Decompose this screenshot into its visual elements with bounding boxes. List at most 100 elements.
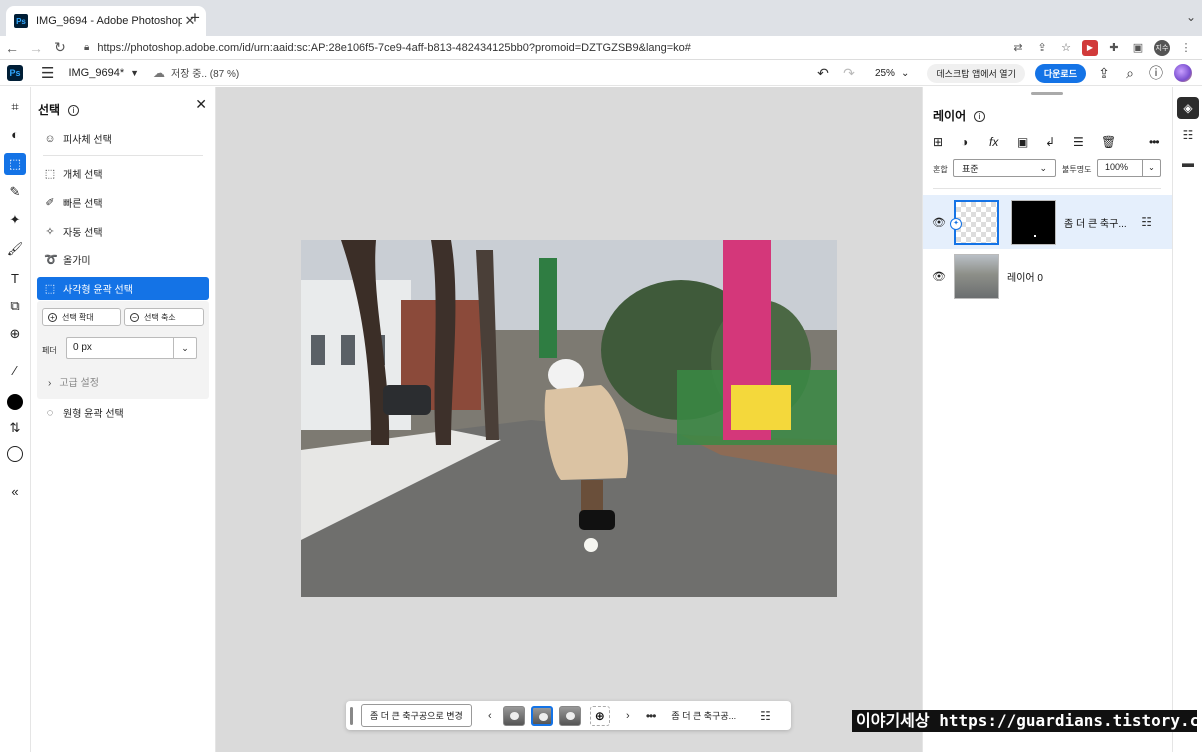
sidebar-icon[interactable]: ▣ [1130,40,1146,56]
puzzle-icon[interactable]: ✚ [1106,40,1122,56]
info-icon[interactable]: i [974,111,986,122]
comments-icon[interactable]: ▬ [1177,152,1199,174]
eyedropper-icon[interactable]: ⁄ [4,359,26,381]
chevron-left-icon[interactable]: ‹ [480,710,500,722]
subject-select-button[interactable]: ☺ 피사체 선택 [37,127,209,150]
user-avatar[interactable] [1174,64,1192,82]
document-photo[interactable] [301,240,837,597]
layers-panel-icon[interactable]: ◈ [1177,97,1199,119]
zoom-dropdown[interactable]: 25% ⌄ [875,68,909,79]
add-variation-icon[interactable]: ⊕ [589,705,610,726]
magic-wand-button[interactable]: ✧ 자동 선택 [37,220,209,243]
forward-button[interactable]: → [24,40,48,56]
undo-icon[interactable]: ↶ [815,65,831,82]
document-name[interactable]: IMG_9694* [68,67,124,79]
download-button[interactable]: 다운로드 [1034,63,1086,83]
profile-avatar[interactable]: 지수 [1154,39,1170,56]
search-icon[interactable]: ⌕ [1122,65,1138,82]
rect-marquee-button[interactable]: ⬚ 사각형 윤곽 선택 [37,277,209,300]
brush-tool-icon[interactable]: 🖌︎ [4,238,26,260]
properties-icon[interactable]: ☷ [1177,124,1199,146]
heal-brush-icon[interactable]: ✎ [4,181,26,203]
eye-icon[interactable]: 👁︎ [924,270,954,283]
zoom-value: 25% [874,67,895,79]
open-desktop-button[interactable]: 데스크탑 앱에서 열기 [927,63,1025,83]
image-add-icon[interactable]: ⧉ [4,295,26,317]
browser-menu-icon[interactable]: ⋮ [1178,40,1194,56]
adjustment-layer-icon[interactable]: ◑ [961,135,989,149]
quick-select-button[interactable]: ✐ 빠른 선택 [37,191,209,214]
layer-row-generative[interactable]: 👁︎ ✦ 좀 더 큰 축구... ☷ [923,195,1172,249]
new-tab-button[interactable]: + [186,9,204,27]
variation-thumbnail[interactable] [558,705,581,726]
hamburger-menu-icon[interactable]: ☰ [41,64,54,82]
swap-colors-icon[interactable]: ⇅ [4,417,26,439]
feather-dropdown-chevron-icon[interactable]: ⌄ [174,337,197,359]
variation-thumbnail[interactable] [502,705,525,726]
text-tool-icon[interactable]: T [4,267,26,289]
more-icon[interactable]: ••• [646,709,657,723]
layer-row-base[interactable]: 👁︎ 레이어 0 [923,249,1172,303]
share-icon[interactable]: ⇪ [1096,65,1112,82]
fx-icon[interactable]: fx [989,135,1017,149]
contract-selection-button[interactable]: − 선택 축소 [124,308,204,326]
help-icon[interactable]: ⓘ [1148,63,1164,83]
selection-item-label: 피사체 선택 [63,135,112,146]
redo-icon[interactable]: ↷ [841,65,857,82]
translate-icon[interactable]: ⇄ [1010,40,1026,56]
background-color-swatch[interactable] [7,446,23,462]
variation-thumbnail-selected[interactable] [530,705,553,726]
layer-name: 좀 더 큰 축구... [1064,218,1127,230]
trash-icon[interactable]: 🗑︎ [1101,135,1129,149]
foreground-color-swatch[interactable] [7,394,23,410]
url-field[interactable]: 🔒︎ https://photoshop.adobe.com/id/urn:aa… [78,38,1004,58]
ellipse-marquee-button[interactable]: ◌ 원형 윤곽 선택 [37,401,209,424]
close-icon[interactable]: ✕ [195,96,207,113]
minus-icon: − [130,312,139,322]
blend-label: 혼합 [933,165,948,174]
advanced-settings-toggle[interactable]: › 고급 설정 [48,374,99,389]
crop-tool-icon[interactable]: ⌗ [4,96,26,118]
photoshop-logo-icon[interactable]: Ps [7,64,23,81]
contextual-task-bar: 좀 더 큰 축구공으로 변경 ‹ ⊕ › ••• 좀 더 큰 축구공... ☷ [346,701,791,730]
more-icon[interactable]: ••• [1149,135,1165,149]
info-icon[interactable]: i [68,105,80,116]
collapse-panel-icon[interactable]: « [4,480,26,502]
opacity-field[interactable]: 100% [1097,159,1143,177]
feather-field[interactable]: 0 px [66,337,174,359]
clone-stamp-icon[interactable]: ✦ [4,209,26,231]
divider [933,188,1161,189]
shape-add-icon[interactable]: ⊕ [4,323,26,345]
canvas-area[interactable]: 좀 더 큰 축구공으로 변경 ‹ ⊕ › ••• 좀 더 큰 축구공... ☷ [216,87,922,752]
adjust-sliders-icon[interactable]: ☷ [760,709,771,723]
extension-red-icon[interactable]: ▶ [1082,39,1098,56]
browser-tab[interactable]: Ps IMG_9694 - Adobe Photoshop ✕ [6,6,206,36]
adjust-tool-icon[interactable]: ◐ [4,123,26,145]
layer-stack-icon[interactable]: ☰ [1073,135,1101,149]
expand-selection-button[interactable]: + 선택 확대 [42,308,121,326]
reload-button[interactable]: ↻ [48,39,72,56]
chevron-right-icon[interactable]: › [618,710,638,722]
back-button[interactable]: ← [0,40,24,56]
prompt-label[interactable]: 좀 더 큰 축구공... [671,709,736,722]
add-layer-icon[interactable]: ⊞ [933,135,961,149]
layer-mask-thumbnail[interactable] [1011,199,1056,245]
lasso-icon: ➰ [44,254,58,266]
star-icon[interactable]: ☆ [1058,40,1074,56]
share-icon[interactable]: ⇪ [1034,40,1050,56]
blend-mode-select[interactable]: 표준 ⌄ [953,159,1056,177]
layer-properties-icon[interactable]: ☷ [1141,215,1152,229]
panel-drag-handle[interactable] [1031,92,1063,95]
mask-icon[interactable]: ▣ [1017,135,1045,149]
object-select-button[interactable]: ⬚ 개체 선택 [37,162,209,185]
selection-tool-icon[interactable]: ⬚ [4,153,26,175]
lasso-button[interactable]: ➰ 올가미 [37,248,209,271]
generate-button[interactable]: 좀 더 큰 축구공으로 변경 [361,704,472,727]
chevron-down-icon[interactable]: ▼ [130,68,139,78]
drag-handle[interactable] [350,706,353,725]
save-status: 저장 중.. (87 %) [171,69,240,80]
opacity-dropdown-chevron-icon[interactable]: ⌄ [1143,159,1161,177]
expand-selection-label: 선택 확대 [62,312,94,322]
chevron-down-icon[interactable]: ⌄ [1186,10,1196,24]
clip-layer-icon[interactable]: ↲ [1045,135,1073,149]
